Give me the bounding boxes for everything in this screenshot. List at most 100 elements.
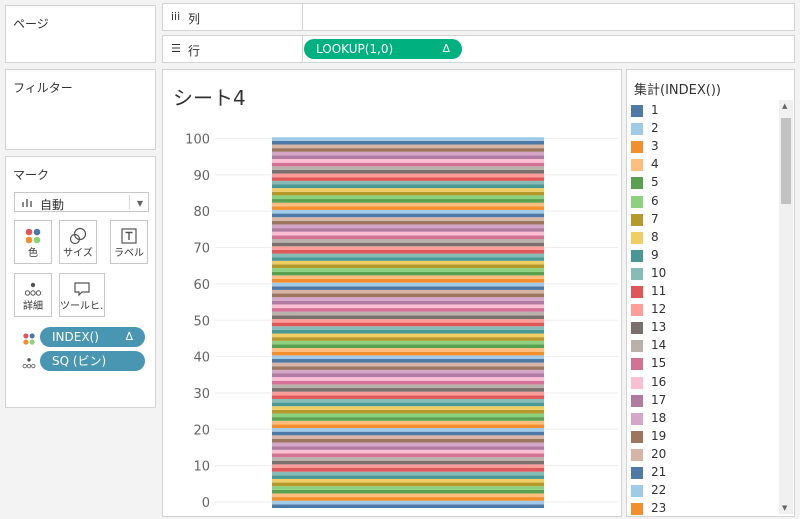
legend-item[interactable]: 2 — [631, 120, 771, 138]
legend-item[interactable]: 16 — [631, 374, 771, 392]
bar-segment[interactable] — [272, 224, 544, 229]
bar-segment[interactable] — [272, 220, 544, 225]
bar-segment[interactable] — [272, 489, 544, 494]
legend-item[interactable]: 5 — [631, 174, 771, 192]
bar-segment[interactable] — [272, 358, 544, 363]
bar-segment[interactable] — [272, 260, 544, 265]
bar-segment[interactable] — [272, 202, 544, 207]
bar-segment[interactable] — [272, 468, 544, 472]
bar-segment[interactable] — [272, 475, 544, 479]
bar-segment[interactable] — [272, 297, 544, 301]
bar-segment[interactable] — [272, 308, 544, 312]
legend-item[interactable]: 7 — [631, 211, 771, 229]
bar-segment[interactable] — [272, 188, 544, 192]
legend-item[interactable]: 11 — [631, 283, 771, 301]
scroll-thumb[interactable] — [781, 118, 791, 204]
bar-segment[interactable] — [272, 497, 544, 501]
bar-segment[interactable] — [272, 137, 544, 141]
bar-segment[interactable] — [272, 217, 544, 221]
legend-item[interactable]: 12 — [631, 301, 771, 319]
bar-segment[interactable] — [272, 257, 544, 261]
bar-segment[interactable] — [272, 460, 544, 465]
bar-segment[interactable] — [272, 239, 544, 243]
bar-segment[interactable] — [272, 268, 544, 272]
bar-segment[interactable] — [272, 398, 544, 403]
bar-segment[interactable] — [272, 162, 544, 167]
bar-segment[interactable] — [272, 271, 544, 276]
bar-segment[interactable] — [272, 293, 544, 298]
bar-segment[interactable] — [272, 318, 544, 323]
bar-segment[interactable] — [272, 144, 544, 149]
bar-segment[interactable] — [272, 311, 544, 316]
bar-segment[interactable] — [272, 246, 544, 250]
legend-item[interactable]: 13 — [631, 319, 771, 337]
legend-item[interactable]: 14 — [631, 337, 771, 355]
legend-item[interactable]: 19 — [631, 428, 771, 446]
bar-segment[interactable] — [272, 337, 544, 341]
bar-segment[interactable] — [272, 424, 544, 429]
bar-segment[interactable] — [272, 326, 544, 330]
pages-shelf[interactable]: ページ — [5, 5, 156, 63]
bar-segment[interactable] — [272, 304, 544, 309]
bar-segment[interactable] — [272, 286, 544, 290]
rows-shelf[interactable]: ☰ 行 LOOKUP(1,0) Δ — [162, 35, 795, 63]
bar-segment[interactable] — [272, 417, 544, 421]
scroll-up-icon[interactable]: ▲ — [782, 102, 787, 110]
bar-segment[interactable] — [272, 148, 544, 152]
bar-segment[interactable] — [272, 206, 544, 210]
bar-segment[interactable] — [272, 315, 544, 319]
bar-segment[interactable] — [272, 180, 544, 185]
bar-segment[interactable] — [272, 384, 544, 389]
bar-segment[interactable] — [272, 322, 544, 327]
bar-segment[interactable] — [272, 351, 544, 356]
index-field-pill[interactable]: INDEX() Δ — [40, 327, 145, 347]
bar-segment[interactable] — [272, 169, 544, 174]
filters-shelf[interactable]: フィルター — [5, 69, 156, 150]
bar-segment[interactable] — [272, 242, 544, 247]
lookup-field-pill[interactable]: LOOKUP(1,0) Δ — [304, 39, 462, 59]
legend-item[interactable]: 10 — [631, 265, 771, 283]
legend-item[interactable]: 17 — [631, 392, 771, 410]
bar-segment[interactable] — [272, 184, 544, 189]
legend-item[interactable]: 4 — [631, 156, 771, 174]
bar-segment[interactable] — [272, 191, 544, 196]
bar-segment[interactable] — [272, 199, 544, 203]
size-button[interactable]: サイズ — [59, 220, 97, 264]
bar-segment[interactable] — [272, 453, 544, 458]
legend-item[interactable]: 22 — [631, 482, 771, 500]
bar-segment[interactable] — [272, 300, 544, 305]
bar-segment[interactable] — [272, 344, 544, 349]
bar-segment[interactable] — [272, 377, 544, 381]
bar-segment[interactable] — [272, 177, 544, 181]
bar-segment[interactable] — [272, 402, 544, 407]
bar-segment[interactable] — [272, 369, 544, 374]
sq-bin-field-pill[interactable]: SQ (ビン) — [40, 351, 145, 371]
tooltip-button[interactable]: ツールヒ… — [59, 273, 105, 317]
bar-segment[interactable] — [272, 166, 544, 170]
scroll-down-icon[interactable]: ▼ — [782, 504, 787, 512]
bar-segment[interactable] — [272, 435, 544, 439]
bar-segment[interactable] — [272, 395, 544, 399]
bar-segment[interactable] — [272, 151, 544, 156]
bar-segment[interactable] — [272, 140, 544, 145]
bar-segment[interactable] — [272, 155, 544, 160]
bar-segment[interactable] — [272, 486, 544, 490]
bar-segment[interactable] — [272, 493, 544, 498]
bar-segment[interactable] — [272, 264, 544, 269]
bar-segment[interactable] — [272, 428, 544, 432]
legend-item[interactable]: 15 — [631, 355, 771, 373]
bar-segment[interactable] — [272, 235, 544, 240]
bar-segment[interactable] — [272, 373, 544, 378]
legend-scrollbar[interactable]: ▲ ▼ — [779, 100, 793, 514]
bar-segment[interactable] — [272, 289, 544, 294]
bar-segment[interactable] — [272, 391, 544, 396]
bar-segment[interactable] — [272, 282, 544, 287]
bar-segment[interactable] — [272, 213, 544, 218]
bar-segment[interactable] — [272, 275, 544, 279]
bar-segment[interactable] — [272, 380, 544, 385]
bar-segment[interactable] — [272, 457, 544, 461]
bar-segment[interactable] — [272, 449, 544, 454]
legend-item[interactable]: 6 — [631, 193, 771, 211]
bar-segment[interactable] — [272, 173, 544, 178]
bar-segment[interactable] — [272, 500, 544, 505]
